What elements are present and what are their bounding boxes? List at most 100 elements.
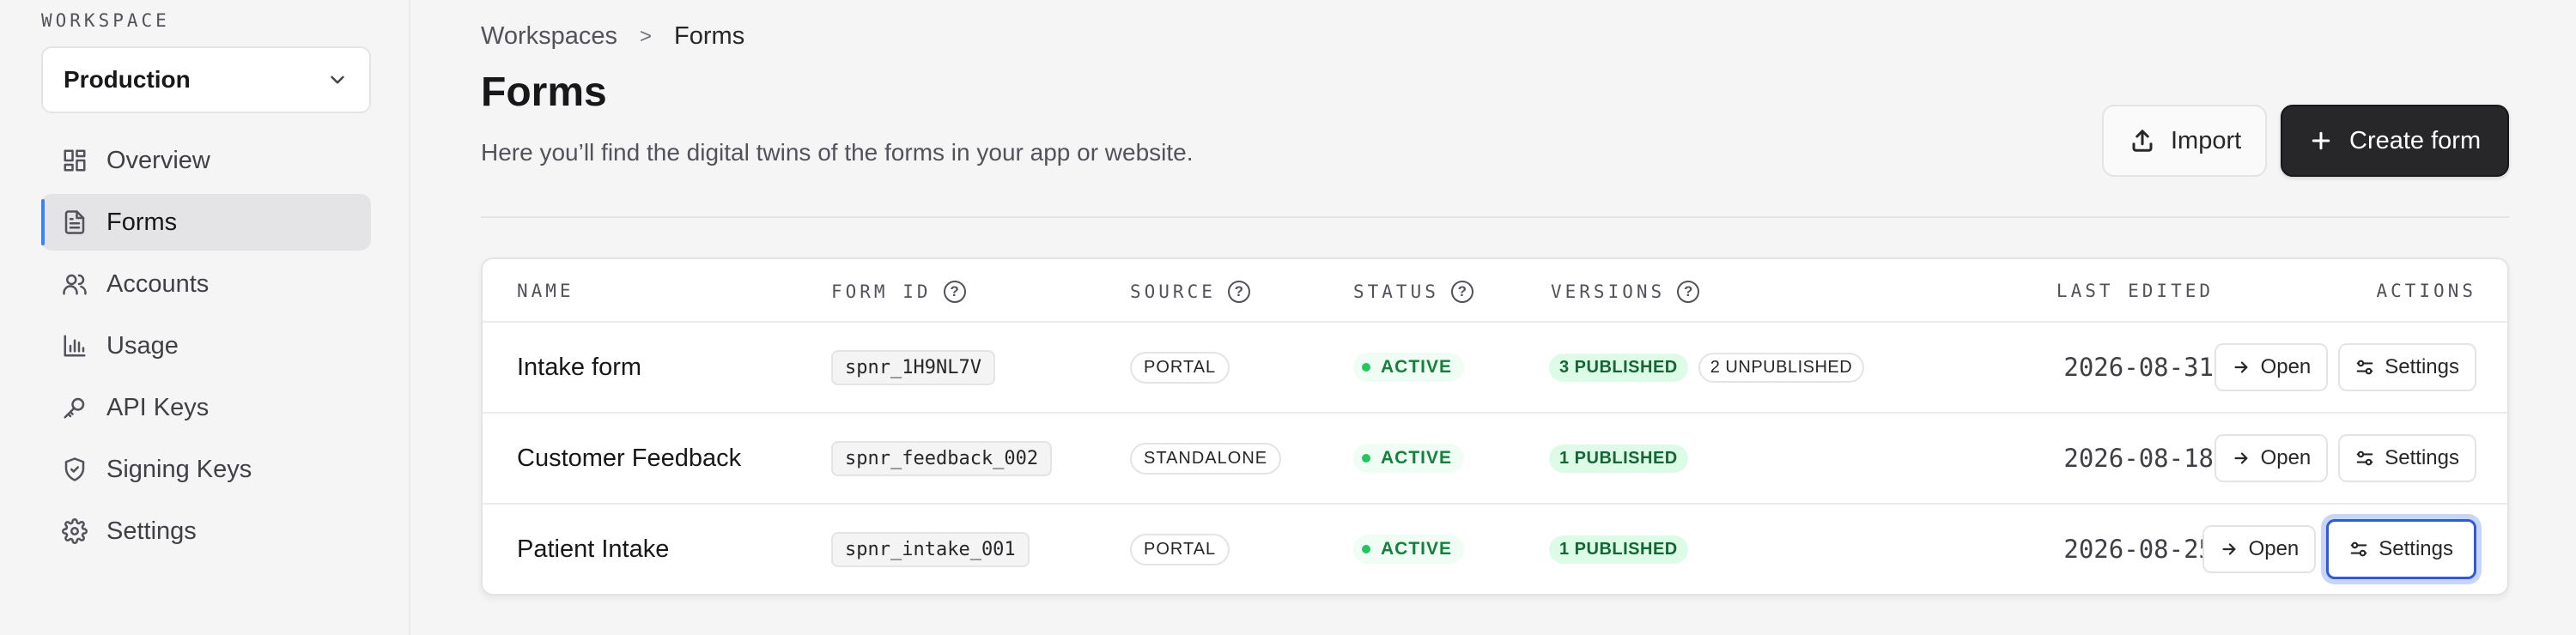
column-name-label: NAME: [517, 281, 574, 301]
status-cell: ACTIVE: [1353, 505, 1465, 594]
help-icon[interactable]: ?: [1227, 281, 1250, 303]
column-actions-label: ACTIONS: [2376, 281, 2476, 301]
open-button[interactable]: Open: [2202, 525, 2317, 573]
grid-icon: [64, 149, 86, 172]
breadcrumb-workspaces[interactable]: Workspaces: [481, 22, 617, 51]
sliders-icon: [2356, 360, 2373, 375]
sidebar-item-label: Accounts: [106, 269, 210, 298]
form-id-cell: spnr_feedback_002: [831, 414, 1053, 503]
create-form-button[interactable]: Create form: [2281, 105, 2509, 177]
status-cell: ACTIVE: [1353, 414, 1465, 503]
sidebar-item-label: API Keys: [106, 393, 210, 421]
column-status-label: STATUS: [1353, 281, 1439, 302]
key-icon: [64, 397, 85, 419]
create-form-label: Create form: [2349, 126, 2482, 154]
sidebar-item-overview[interactable]: Overview: [41, 132, 371, 189]
forms-table: NAME FORM ID? SOURCE? STATUS? VERSIONS? …: [481, 257, 2509, 596]
import-button[interactable]: Import: [2102, 105, 2267, 177]
status-cell: ACTIVE: [1353, 323, 1465, 412]
shield-icon: [64, 457, 85, 481]
status-dot-icon: [1362, 454, 1370, 463]
table-row[interactable]: Patient Intake spnr_intake_001 PORTAL AC…: [483, 505, 2507, 596]
arrow-right-icon: [2222, 543, 2236, 555]
table-row[interactable]: Customer Feedback spnr_feedback_002 STAN…: [483, 414, 2507, 505]
form-id: spnr_intake_001: [831, 531, 1030, 567]
open-button[interactable]: Open: [2214, 434, 2329, 482]
sidebar-item-signing-keys[interactable]: Signing Keys: [41, 441, 371, 498]
header-divider: [481, 216, 2509, 218]
published-badge: 1 PUBLISHED: [1549, 535, 1688, 564]
column-source-label: SOURCE: [1130, 281, 1216, 302]
versions-cell: 3 PUBLISHED 2 UNPUBLISHED: [1549, 323, 1865, 412]
status-dot-icon: [1362, 363, 1370, 372]
workspace-value: Production: [64, 66, 191, 93]
source-badge: PORTAL: [1130, 533, 1230, 565]
column-versions-label: VERSIONS: [1551, 281, 1666, 302]
actions-cell: Open Settings: [2200, 505, 2476, 594]
help-icon[interactable]: ?: [943, 281, 966, 303]
chevron-right-icon: >: [640, 24, 653, 48]
page-title: Forms: [481, 70, 607, 115]
table-header: NAME FORM ID? SOURCE? STATUS? VERSIONS? …: [483, 259, 2507, 323]
column-versions: VERSIONS?: [1551, 281, 1700, 303]
open-button[interactable]: Open: [2214, 343, 2329, 391]
settings-button[interactable]: Settings: [2326, 519, 2476, 579]
actions-cell: Open Settings: [2200, 323, 2476, 412]
arrow-right-icon: [2234, 452, 2248, 464]
sidebar-nav: Overview Forms Accounts Usage API Keys S…: [41, 132, 371, 565]
workspace-select[interactable]: Production: [41, 46, 371, 113]
status-label: ACTIVE: [1381, 539, 1453, 559]
sliders-icon: [2350, 541, 2367, 557]
help-icon[interactable]: ?: [1677, 281, 1700, 303]
versions-cell: 1 PUBLISHED: [1549, 505, 1698, 594]
sidebar: WORKSPACE Production Overview Forms Acco…: [0, 0, 410, 635]
sidebar-item-settings[interactable]: Settings: [41, 503, 371, 559]
settings-button[interactable]: Settings: [2338, 343, 2476, 391]
sidebar-item-label: Signing Keys: [106, 455, 252, 483]
sidebar-item-forms[interactable]: Forms: [41, 194, 371, 251]
settings-label: Settings: [2385, 446, 2459, 469]
breadcrumb: Workspaces > Forms: [481, 22, 744, 51]
source-badge: STANDALONE: [1130, 442, 1282, 475]
status-dot-icon: [1362, 545, 1370, 553]
sidebar-item-label: Usage: [106, 331, 179, 360]
upload-icon: [2132, 130, 2153, 152]
last-edited: 2026-08-25: [2063, 535, 2214, 564]
column-name: NAME: [517, 281, 574, 301]
form-id-cell: spnr_intake_001: [831, 505, 1030, 594]
last-edited: 2026-08-18: [2063, 444, 2214, 473]
bar-chart-icon: [64, 335, 86, 357]
sidebar-item-api-keys[interactable]: API Keys: [41, 379, 371, 436]
unpublished-badge: 2 UNPUBLISHED: [1698, 352, 1865, 383]
help-icon[interactable]: ?: [1450, 281, 1473, 303]
breadcrumb-forms: Forms: [674, 22, 745, 50]
published-badge: 3 PUBLISHED: [1549, 353, 1688, 382]
document-icon: [64, 210, 85, 234]
sidebar-item-usage[interactable]: Usage: [41, 318, 371, 374]
last-edited: 2026-08-31: [2063, 353, 2214, 382]
source-badge: PORTAL: [1130, 351, 1230, 384]
form-id: spnr_1H9NL7V: [831, 349, 995, 385]
status-label: ACTIVE: [1381, 448, 1453, 468]
page-subtitle: Here you’ll find the digital twins of th…: [481, 139, 1194, 166]
settings-label: Settings: [2385, 355, 2459, 378]
table-row[interactable]: Intake form spnr_1H9NL7V PORTAL ACTIVE 3…: [483, 323, 2507, 414]
form-id-cell: spnr_1H9NL7V: [831, 323, 995, 412]
form-name: Patient Intake: [517, 535, 670, 563]
status-badge: ACTIVE: [1353, 353, 1465, 382]
status-badge: ACTIVE: [1353, 535, 1465, 564]
workspace-label: WORKSPACE: [41, 10, 170, 31]
source-cell: PORTAL: [1130, 505, 1230, 594]
settings-label: Settings: [2379, 537, 2453, 560]
open-label: Open: [2260, 355, 2312, 378]
sidebar-item-accounts[interactable]: Accounts: [41, 256, 371, 312]
open-label: Open: [2248, 537, 2300, 560]
status-label: ACTIVE: [1381, 357, 1453, 377]
source-cell: PORTAL: [1130, 323, 1230, 412]
form-name: Intake form: [517, 353, 642, 381]
open-label: Open: [2260, 446, 2312, 469]
arrow-right-icon: [2234, 361, 2248, 373]
sidebar-item-label: Settings: [106, 517, 197, 545]
source-cell: STANDALONE: [1130, 414, 1282, 503]
settings-button[interactable]: Settings: [2338, 434, 2476, 482]
